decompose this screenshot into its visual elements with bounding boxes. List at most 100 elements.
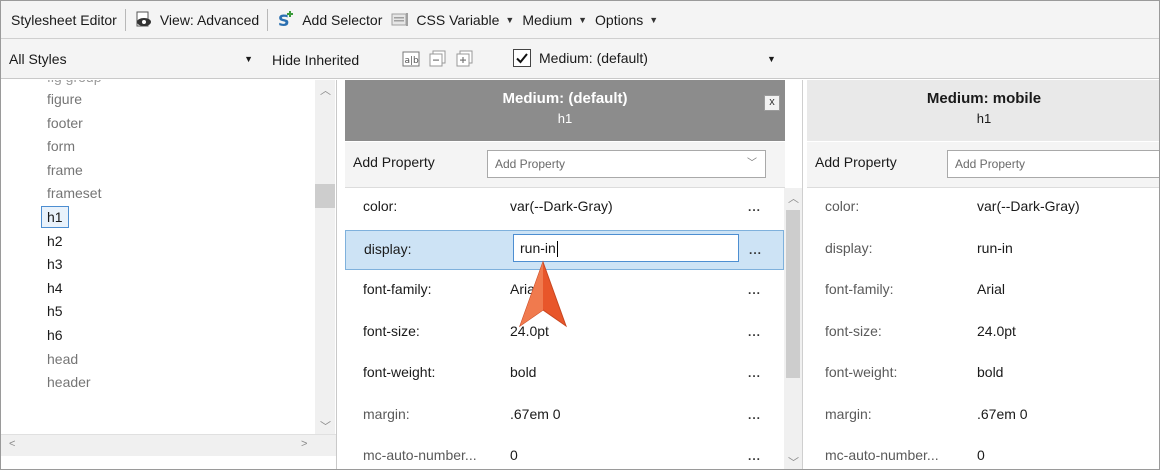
toolbar-separator: [267, 8, 269, 31]
property-value[interactable]: 0: [977, 447, 985, 463]
add-property-input[interactable]: Add Property: [947, 150, 1159, 178]
element-list-item[interactable]: form: [41, 135, 81, 157]
add-selector-label: Add Selector: [302, 11, 383, 28]
add-property-placeholder: Add Property: [955, 157, 1026, 171]
property-name: display:: [825, 240, 873, 256]
more-options-button[interactable]: ...: [749, 243, 762, 257]
chevron-down-icon: ▼: [505, 14, 515, 25]
scroll-up-icon[interactable]: ︿: [788, 190, 799, 206]
property-name: font-family:: [825, 281, 894, 297]
scroll-up-icon[interactable]: ︿: [320, 82, 331, 98]
checkmark-icon: [516, 53, 528, 64]
property-name: font-size:: [825, 323, 882, 339]
scroll-right-icon[interactable]: >: [301, 438, 307, 450]
more-options-button[interactable]: ...: [748, 366, 761, 380]
element-list-item[interactable]: header: [41, 371, 97, 393]
element-list-item[interactable]: h6: [41, 324, 69, 346]
more-options-button[interactable]: ...: [748, 200, 761, 214]
property-value[interactable]: bold: [977, 364, 1003, 380]
property-value[interactable]: var(--Dark-Gray): [510, 198, 613, 214]
property-name: color:: [363, 198, 398, 214]
property-row[interactable]: color: var(--Dark-Gray): [807, 188, 1159, 228]
property-name: mc-auto-number...: [363, 447, 477, 463]
property-row[interactable]: mc-auto-number... 0...: [345, 437, 784, 469]
chevron-down-icon: ▼: [244, 54, 253, 64]
add-property-label: Add Property: [353, 154, 435, 170]
element-list-item[interactable]: h3: [41, 253, 69, 275]
scroll-left-icon[interactable]: <: [9, 438, 15, 450]
element-list-item[interactable]: frameset: [41, 182, 107, 204]
add-selector-button[interactable]: S Add Selector: [272, 6, 386, 34]
more-options-button[interactable]: ...: [748, 283, 761, 297]
scroll-thumb[interactable]: [315, 184, 335, 208]
property-row[interactable]: font-size: 24.0pt: [807, 313, 1159, 353]
compare-icon[interactable]: a|b: [402, 50, 420, 68]
svg-text:a|b: a|b: [405, 56, 420, 66]
medium-filter[interactable]: Medium: (default): [513, 49, 648, 67]
property-row[interactable]: color: var(--Dark-Gray)...: [345, 188, 784, 228]
property-row[interactable]: font-weight: bold: [807, 354, 1159, 394]
property-row[interactable]: mc-auto-number... 0: [807, 437, 1159, 469]
property-value[interactable]: 0: [510, 447, 518, 463]
element-list-item[interactable]: footer: [41, 112, 89, 134]
text-cursor: [556, 241, 558, 258]
property-value-editor[interactable]: run-in: [513, 234, 739, 262]
property-row[interactable]: margin: .67em 0...: [345, 396, 784, 436]
chevron-down-icon[interactable]: ▼: [767, 54, 776, 64]
main-toolbar: Stylesheet Editor View: Advanced S Add S…: [1, 1, 1159, 39]
medium-menu[interactable]: Medium ▼: [518, 6, 591, 34]
element-list-vscrollbar[interactable]: ︿ ﹀: [315, 80, 335, 434]
scroll-thumb[interactable]: [786, 210, 800, 378]
property-value[interactable]: run-in: [977, 240, 1013, 256]
collapse-all-icon[interactable]: [429, 50, 447, 68]
medium-checkbox[interactable]: [513, 49, 531, 67]
property-name: color:: [825, 198, 860, 214]
more-options-button[interactable]: ...: [748, 449, 761, 463]
styles-filter-combo[interactable]: All Styles ▼: [7, 45, 259, 73]
medium-mobile-header: Medium: mobile h1: [807, 80, 1159, 141]
expand-all-icon[interactable]: [456, 50, 474, 68]
view-advanced-button[interactable]: View: Advanced: [130, 6, 263, 34]
property-row[interactable]: font-family: Arial: [807, 271, 1159, 311]
add-selector-icon: S: [276, 10, 296, 30]
properties-vscrollbar[interactable]: ︿ ﹀: [784, 188, 802, 469]
more-options-button[interactable]: ...: [748, 408, 761, 422]
add-property-label: Add Property: [815, 154, 897, 170]
more-options-button[interactable]: ...: [748, 325, 761, 339]
element-list-item[interactable]: h1: [41, 206, 69, 228]
property-value[interactable]: Arial: [977, 281, 1005, 297]
options-menu[interactable]: Options ▼: [591, 6, 662, 34]
scroll-down-icon[interactable]: ﹀: [320, 418, 331, 434]
property-value[interactable]: .67em 0: [977, 406, 1028, 422]
hide-inherited-button[interactable]: Hide Inherited: [272, 52, 359, 68]
editor-title: Stylesheet Editor: [11, 11, 117, 28]
element-list-item[interactable]: h5: [41, 300, 69, 322]
css-variable-label: CSS Variable: [416, 11, 500, 28]
element-list-hscrollbar[interactable]: < >: [1, 434, 336, 456]
property-name: font-weight:: [825, 364, 898, 380]
toolbar-separator: [124, 8, 126, 31]
property-value[interactable]: var(--Dark-Gray): [977, 198, 1080, 214]
property-value[interactable]: bold: [510, 364, 536, 380]
element-list-item[interactable]: h2: [41, 230, 69, 252]
property-name: margin:: [363, 406, 410, 422]
css-variable-menu[interactable]: CSS Variable ▼: [386, 6, 518, 34]
property-value[interactable]: .67em 0: [510, 406, 561, 422]
stylesheet-editor-window: Stylesheet Editor View: Advanced S Add S…: [0, 0, 1160, 470]
scroll-down-icon[interactable]: ﹀: [788, 454, 799, 469]
medium-default-selector: h1: [557, 111, 573, 126]
element-list-item[interactable]: h4: [41, 277, 69, 299]
property-name: mc-auto-number...: [825, 447, 939, 463]
add-property-input[interactable]: Add Property ﹀: [487, 150, 766, 178]
property-row[interactable]: display: run-in: [807, 230, 1159, 270]
element-list-item[interactable]: figure: [41, 88, 88, 110]
property-row[interactable]: margin: .67em 0: [807, 396, 1159, 436]
chevron-down-icon: ▼: [578, 14, 588, 25]
property-row[interactable]: font-weight: bold...: [345, 354, 784, 394]
element-list-item[interactable]: frame: [41, 159, 89, 181]
element-list-item[interactable]: head: [41, 348, 84, 370]
property-value[interactable]: 24.0pt: [977, 323, 1016, 339]
close-medium-button[interactable]: x: [764, 95, 780, 111]
options-menu-label: Options: [595, 11, 644, 28]
panel-divider: [802, 80, 806, 469]
